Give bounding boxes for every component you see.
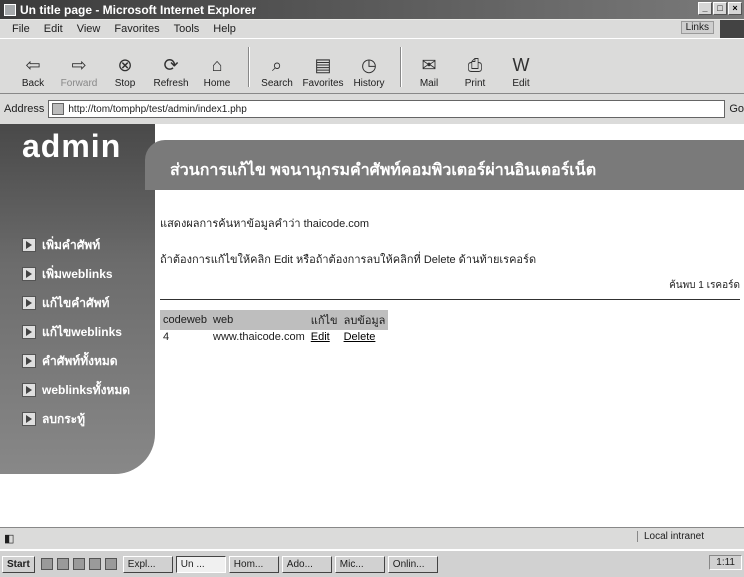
table-header-row: codeweb web แก้ไข ลบข้อมูล (160, 310, 389, 330)
address-label: Address (4, 103, 45, 115)
divider (160, 299, 740, 300)
quick-launch-icon[interactable] (72, 558, 85, 570)
nav-add-weblinks[interactable]: เพิ่มweblinks (22, 263, 130, 285)
taskbar-item[interactable]: Onlin... (387, 555, 438, 573)
edit-button[interactable]: W Edit (500, 54, 542, 93)
taskbar-item[interactable]: Hom... (228, 555, 279, 573)
quick-launch-icon[interactable] (40, 558, 53, 570)
favorites-button[interactable]: ▤ Favorites (302, 54, 344, 93)
maximize-button[interactable]: □ (713, 2, 727, 15)
menu-bar: File Edit View Favorites Tools Help Link… (0, 20, 744, 38)
back-button[interactable]: ⇦ Back (12, 54, 54, 93)
address-url: http://tom/tomphp/test/admin/index1.php (68, 103, 247, 115)
main-panel: แสดงผลการค้นหาข้อมูลคำว่า thaicode.com ถ… (160, 214, 740, 344)
close-button[interactable]: × (728, 2, 742, 15)
go-button[interactable]: Go (729, 103, 744, 115)
menu-favorites[interactable]: Favorites (114, 23, 159, 35)
search-button[interactable]: ⌕ Search (256, 54, 298, 93)
refresh-icon: ⟳ (163, 55, 179, 75)
column-header-codeweb: codeweb (160, 310, 211, 330)
status-page-icon: ◧ (4, 533, 15, 545)
taskbar: Start Expl... Un ... Hom... Ado... Mic..… (0, 549, 744, 577)
cell-web: www.thaicode.com (213, 331, 305, 343)
table-row: 4 www.thaicode.com Edit Delete (160, 330, 388, 344)
arrow-right-icon (22, 238, 36, 252)
admin-logo: admin (22, 128, 122, 164)
quick-launch-icon[interactable] (88, 558, 101, 570)
favorites-folder-icon: ▤ (314, 55, 332, 75)
print-icon: ⎙ (467, 55, 483, 75)
menu-view[interactable]: View (77, 23, 101, 35)
quick-launch-icon[interactable] (104, 558, 117, 570)
results-table: codeweb web แก้ไข ลบข้อมูล 4 www.thaicod… (160, 310, 389, 344)
forward-arrow-icon: ⇨ (71, 55, 87, 75)
refresh-button[interactable]: ⟳ Refresh (150, 54, 192, 93)
menu-edit[interactable]: Edit (44, 23, 63, 35)
delete-link[interactable]: Delete (344, 331, 376, 343)
history-button[interactable]: ◷ History (348, 54, 390, 93)
start-button[interactable]: Start (2, 555, 35, 573)
nav-all-weblinks[interactable]: weblinksทั้งหมด (22, 379, 130, 401)
cell-codeweb: 4 (163, 331, 170, 343)
forward-button[interactable]: ⇨ Forward (58, 54, 100, 93)
search-result-text: แสดงผลการค้นหาข้อมูลคำว่า thaicode.com (160, 218, 370, 230)
menu-help[interactable]: Help (213, 23, 236, 35)
column-header-delete: ลบข้อมูล (340, 310, 389, 330)
home-button[interactable]: ⌂ Home (196, 54, 238, 93)
nav-edit-weblinks[interactable]: แก้ไขweblinks (22, 321, 130, 343)
taskbar-item[interactable]: Ado... (281, 555, 332, 573)
arrow-right-icon (22, 383, 36, 397)
toolbar-separator (400, 47, 402, 87)
edit-link[interactable]: Edit (311, 331, 330, 343)
instruction-text: ถ้าต้องการแก้ไขให้คลิก Edit หรือถ้าต้องก… (160, 254, 537, 266)
history-icon: ◷ (361, 55, 377, 75)
page-title: ส่วนการแก้ไข พจนานุกรมคำศัพท์คอมพิวเตอร์… (170, 162, 597, 179)
page-icon (52, 103, 65, 115)
address-bar: Address http://tom/tomphp/test/admin/ind… (0, 94, 744, 124)
arrow-right-icon (22, 296, 36, 310)
home-icon: ⌂ (211, 55, 223, 75)
back-arrow-icon: ⇦ (25, 55, 41, 75)
search-icon: ⌕ (271, 55, 283, 75)
column-header-web: web (210, 310, 308, 330)
column-header-edit: แก้ไข (307, 310, 341, 330)
status-bar: ◧ Local intranet (0, 527, 744, 549)
window-title-bar: Un title page - Microsoft Internet Explo… (0, 0, 744, 19)
quick-launch (40, 558, 117, 570)
nav-edit-word[interactable]: แก้ไขคำศัพท์ (22, 292, 130, 314)
taskbar-item[interactable]: Expl... (122, 555, 173, 573)
window-controls: _ □ × (698, 2, 742, 15)
mail-button[interactable]: ✉ Mail (408, 54, 450, 93)
arrow-right-icon (22, 412, 36, 426)
taskbar-item[interactable]: Mic... (334, 555, 385, 573)
window-title: Un title page - Microsoft Internet Explo… (20, 2, 257, 17)
ie-logo-icon (720, 20, 744, 38)
toolbar-separator (248, 47, 250, 87)
menu-file[interactable]: File (12, 23, 30, 35)
system-tray-clock: 1:11 (709, 555, 742, 570)
record-count: ค้นพบ 1 เรคอร์ด (669, 280, 740, 291)
address-input[interactable]: http://tom/tomphp/test/admin/index1.php (48, 100, 726, 118)
admin-nav: เพิ่มคำศัพท์ เพิ่มweblinks แก้ไขคำศัพท์ … (22, 234, 130, 437)
arrow-right-icon (22, 354, 36, 368)
page-viewport: admin ส่วนการแก้ไข พจนานุกรมคำศัพท์คอมพิ… (0, 124, 744, 527)
menu-tools[interactable]: Tools (174, 23, 200, 35)
arrow-right-icon (22, 325, 36, 339)
nav-all-words[interactable]: คำศัพท์ทั้งหมด (22, 350, 130, 372)
ie-icon (4, 3, 16, 16)
print-button[interactable]: ⎙ Print (454, 54, 496, 93)
edit-icon: W (512, 55, 530, 75)
security-zone: Local intranet (636, 531, 704, 542)
taskbar-item-active[interactable]: Un ... (175, 555, 226, 573)
minimize-button[interactable]: _ (698, 2, 712, 15)
mail-icon: ✉ (421, 55, 437, 75)
stop-icon: ⊗ (117, 55, 133, 75)
links-button[interactable]: Links (680, 21, 714, 34)
nav-delete-topic[interactable]: ลบกระทู้ (22, 408, 130, 430)
stop-button[interactable]: ⊗ Stop (104, 54, 146, 93)
arrow-right-icon (22, 267, 36, 281)
quick-launch-icon[interactable] (56, 558, 69, 570)
standard-toolbar: ⇦ Back ⇨ Forward ⊗ Stop ⟳ Refresh ⌂ Home ⌕ Sea… (0, 38, 744, 94)
nav-add-word[interactable]: เพิ่มคำศัพท์ (22, 234, 130, 256)
